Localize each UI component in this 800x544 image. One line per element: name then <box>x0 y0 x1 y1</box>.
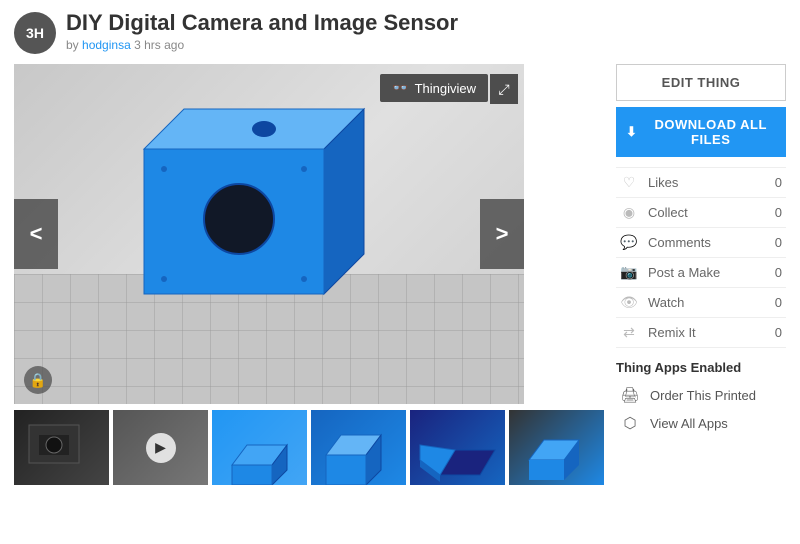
collect-icon: ◉ <box>620 204 638 221</box>
download-all-button[interactable]: ⬇ DOWNLOAD ALL FILES <box>616 107 786 157</box>
apps-title: Thing Apps Enabled <box>616 360 786 375</box>
remix-count: 0 <box>766 325 782 340</box>
thumbnail-3[interactable] <box>212 410 307 485</box>
next-button[interactable]: > <box>480 199 524 269</box>
camera-icon: 📷 <box>620 264 638 281</box>
lock-icon: 🔒 <box>29 372 46 389</box>
watch-label: Watch <box>648 295 756 310</box>
post-make-row[interactable]: 📷 Post a Make 0 <box>616 258 786 288</box>
model-scene <box>14 64 524 404</box>
remix-icon: ⇄ <box>620 324 638 341</box>
lock-badge: 🔒 <box>24 366 52 394</box>
likes-count: 0 <box>766 175 782 190</box>
page-wrapper: 3H DIY Digital Camera and Image Sensor b… <box>0 0 800 485</box>
thingiview-button[interactable]: 👓 Thingiview <box>380 74 488 102</box>
model-svg <box>64 94 394 354</box>
thumbnail-strip: ▶ <box>14 410 604 485</box>
thingiview-icon: 👓 <box>392 80 408 96</box>
comments-count: 0 <box>766 235 782 250</box>
fullscreen-icon: ⤢ <box>498 81 509 98</box>
view-all-apps-label: View All Apps <box>650 416 728 431</box>
fullscreen-button[interactable]: ⤢ <box>490 74 518 104</box>
title-block: DIY Digital Camera and Image Sensor by h… <box>66 10 458 52</box>
remix-label: Remix It <box>648 325 756 340</box>
remix-row[interactable]: ⇄ Remix It 0 <box>616 318 786 348</box>
eye-icon: 👁 <box>620 294 638 311</box>
post-make-label: Post a Make <box>648 265 756 280</box>
watch-row[interactable]: 👁 Watch 0 <box>616 288 786 318</box>
heart-icon: ♡ <box>620 174 638 191</box>
thumbnail-6[interactable] <box>509 410 604 485</box>
content-row: 👓 Thingiview ⤢ < > 🔒 <box>14 64 786 485</box>
thumb3-svg <box>212 410 307 485</box>
thumbnail-5[interactable] <box>410 410 505 485</box>
model-viewer: 👓 Thingiview ⤢ < > 🔒 <box>14 64 524 404</box>
page-title: DIY Digital Camera and Image Sensor <box>66 10 458 36</box>
collect-count: 0 <box>766 205 782 220</box>
collect-row[interactable]: ◉ Collect 0 <box>616 198 786 228</box>
collect-label: Collect <box>648 205 756 220</box>
view-all-apps-row[interactable]: ⬡ View All Apps <box>616 409 786 437</box>
subtitle: by hodginsa 3 hrs ago <box>66 38 458 52</box>
image-section: 👓 Thingiview ⤢ < > 🔒 <box>14 64 604 485</box>
likes-label: Likes <box>648 175 756 190</box>
thumbnail-1[interactable] <box>14 410 109 485</box>
post-make-count: 0 <box>766 265 782 280</box>
comments-label: Comments <box>648 235 756 250</box>
site-logo: 3H <box>14 12 56 54</box>
prev-button[interactable]: < <box>14 199 58 269</box>
thumbnail-2[interactable]: ▶ <box>113 410 208 485</box>
comments-icon: 💬 <box>620 234 638 251</box>
header: 3H DIY Digital Camera and Image Sensor b… <box>14 10 786 54</box>
play-icon: ▶ <box>146 433 176 463</box>
thumb5-svg <box>410 410 505 485</box>
watch-count: 0 <box>766 295 782 310</box>
order-printed-label: Order This Printed <box>650 388 756 403</box>
download-icon: ⬇ <box>626 124 637 140</box>
author-link[interactable]: hodginsa <box>82 38 131 52</box>
order-printed-row[interactable]: 🖨 Order This Printed <box>616 381 786 409</box>
thumb4-svg <box>311 410 406 485</box>
apps-icon: ⬡ <box>620 414 640 432</box>
thumbnail-4[interactable] <box>311 410 406 485</box>
comments-row[interactable]: 💬 Comments 0 <box>616 228 786 258</box>
thumb6-svg <box>509 410 604 485</box>
stats-list: ♡ Likes 0 ◉ Collect 0 💬 Comments 0 <box>616 167 786 348</box>
apps-section: Thing Apps Enabled 🖨 Order This Printed … <box>616 360 786 437</box>
edit-thing-button[interactable]: EDIT THING <box>616 64 786 101</box>
sidebar: EDIT THING ⬇ DOWNLOAD ALL FILES ♡ Likes … <box>616 64 786 485</box>
printer-icon: 🖨 <box>620 386 640 404</box>
likes-row[interactable]: ♡ Likes 0 <box>616 168 786 198</box>
thumb1-svg <box>14 410 109 485</box>
